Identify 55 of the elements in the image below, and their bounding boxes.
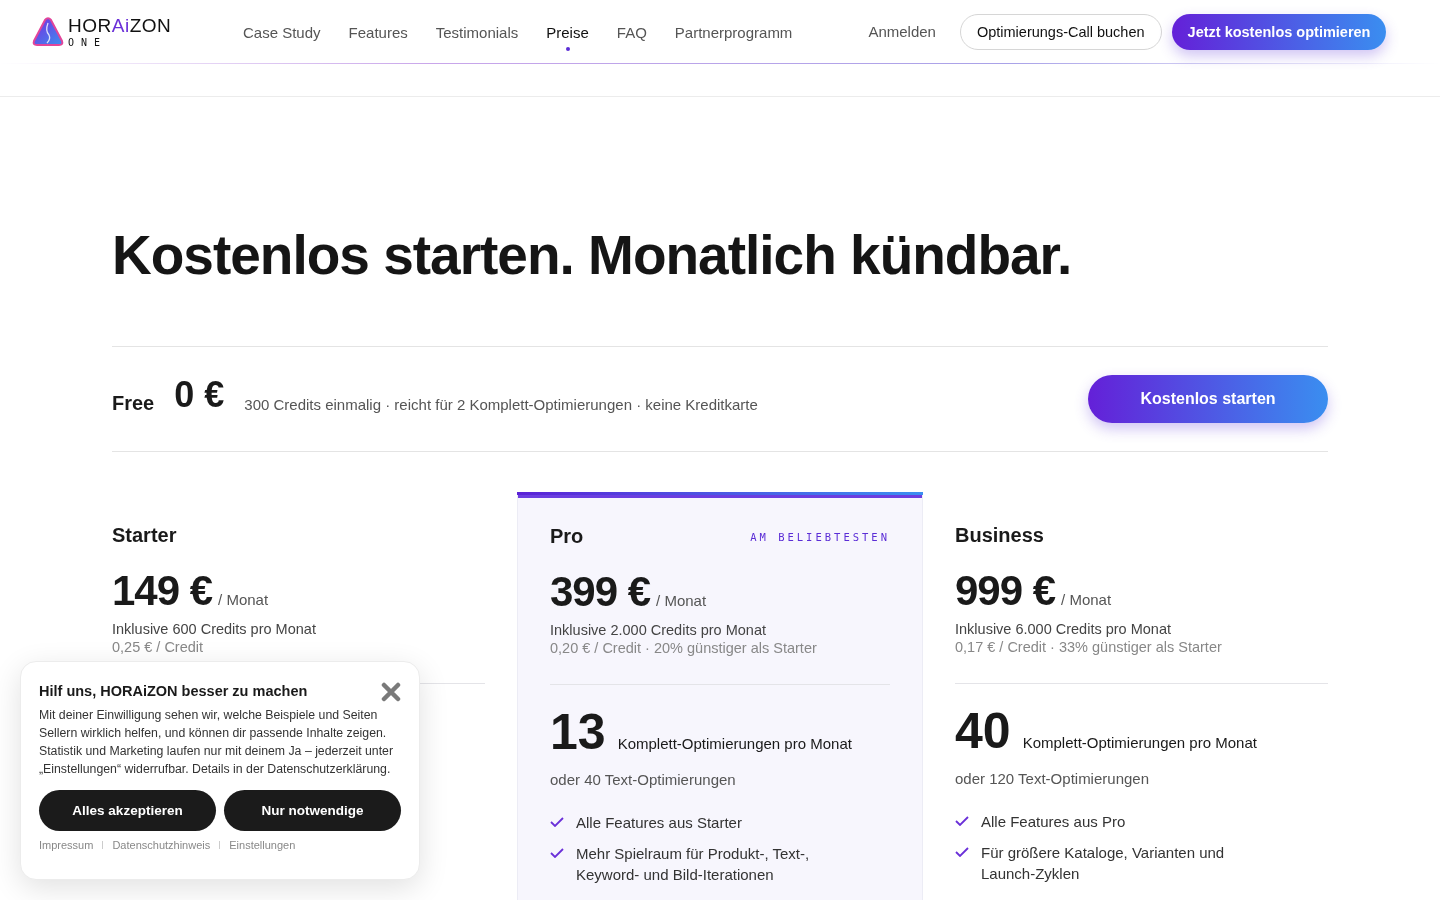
price-period: / Monat	[1061, 591, 1112, 608]
plan-name: Business	[955, 524, 1044, 547]
plan-description: 300 Credits einmalig · reicht für 2 Komplett-Optimierungen · keine Kreditkarte	[244, 395, 758, 413]
plan-price: 0 €	[174, 374, 225, 416]
plan-name: Free	[112, 391, 155, 415]
plan-price: 399 €	[550, 568, 651, 616]
check-icon	[955, 816, 969, 826]
price-period: / Monat	[656, 592, 707, 609]
footer-link[interactable]: Impressum	[39, 839, 94, 851]
credit-price: 0,25 € / Credit	[112, 639, 205, 655]
nav-link[interactable]: Features	[348, 24, 408, 51]
alternative-text: oder 40 Text-Optimierungen	[550, 771, 737, 788]
price-period: / Monat	[218, 591, 269, 608]
check-icon	[550, 817, 564, 827]
check-icon	[550, 848, 564, 858]
plan-name: Pro	[550, 525, 584, 548]
plan-price: 149 €	[112, 567, 213, 615]
banner-text: Mit deiner Einwilligung sehen wir, welche Beispiele und Seiten Sellern wirklich helfen, und können dir passende Inhalte zeigen. Statistik und Marketing laufen nur mit deinem Ja – jederzeit unter „Einstellungen“ widerrufbar. Details in der Datenschutzerklärung.	[39, 707, 395, 778]
plan-name: Starter	[112, 524, 177, 547]
footer-link[interactable]: Einstellungen	[229, 839, 296, 851]
count-label: Komplett-Optimierungen pro Monat	[617, 735, 852, 752]
logo-subtitle: ONE	[68, 37, 109, 48]
popular-label: AM BELIEBTESTEN	[750, 530, 890, 543]
consent-button[interactable]: Alles akzeptieren	[39, 790, 216, 831]
count-label: Komplett-Optimierungen pro Monat	[1022, 734, 1257, 751]
credit-price: 0,20 € / Credit · 20% günstiger als Starter	[550, 640, 818, 656]
call-button[interactable]: Optimierungs-Call buchen	[959, 13, 1162, 50]
nav-link[interactable]: Preise	[546, 24, 589, 51]
optimization-count: 40	[955, 706, 1011, 756]
footer-link[interactable]: Datenschutzhinweis	[112, 839, 211, 851]
logo-icon	[32, 16, 64, 47]
banner-title: Hilf uns, HORAiZON besser zu machen	[39, 683, 308, 699]
feature-text: Für größere Kataloge, Varianten und Launch-Zyklen	[981, 843, 1226, 884]
alternative-text: oder 120 Text-Optimierungen	[955, 770, 1150, 787]
feature-text: Alle Features aus Starter	[576, 813, 742, 833]
nav-link[interactable]: FAQ	[616, 24, 647, 51]
credits-text: Inklusive 600 Credits pro Monat	[112, 621, 317, 637]
logo-wordmark: HORAiZON	[68, 15, 172, 35]
cta-button[interactable]: Jetzt kostenlos optimieren	[1171, 13, 1387, 50]
feature-text: Mehr Spielraum für Produkt-, Text-, Keyword- und Bild-Iterationen	[576, 844, 811, 885]
close-icon[interactable]	[381, 682, 401, 702]
nav-link[interactable]: Case Study	[243, 24, 321, 51]
credits-text: Inklusive 6.000 Credits pro Monat	[955, 621, 1172, 637]
consent-button[interactable]: Nur notwendige	[224, 790, 401, 831]
page-heading: Kostenlos starten. Monatlich kündbar.	[112, 223, 1073, 288]
credits-text: Inklusive 2.000 Credits pro Monat	[550, 622, 767, 638]
credit-price: 0,17 € / Credit · 33% günstiger als Starter	[955, 639, 1223, 655]
feature-text: Alle Features aus Pro	[981, 812, 1126, 832]
plan-price: 999 €	[955, 567, 1056, 615]
login-link[interactable]: Anmelden	[868, 23, 936, 40]
nav-link[interactable]: Testimonials	[435, 24, 519, 51]
start-button[interactable]: Kostenlos starten	[1088, 375, 1328, 423]
check-icon	[955, 847, 969, 857]
nav-link[interactable]: Partnerprogramm	[674, 24, 793, 51]
optimization-count: 13	[550, 707, 606, 757]
